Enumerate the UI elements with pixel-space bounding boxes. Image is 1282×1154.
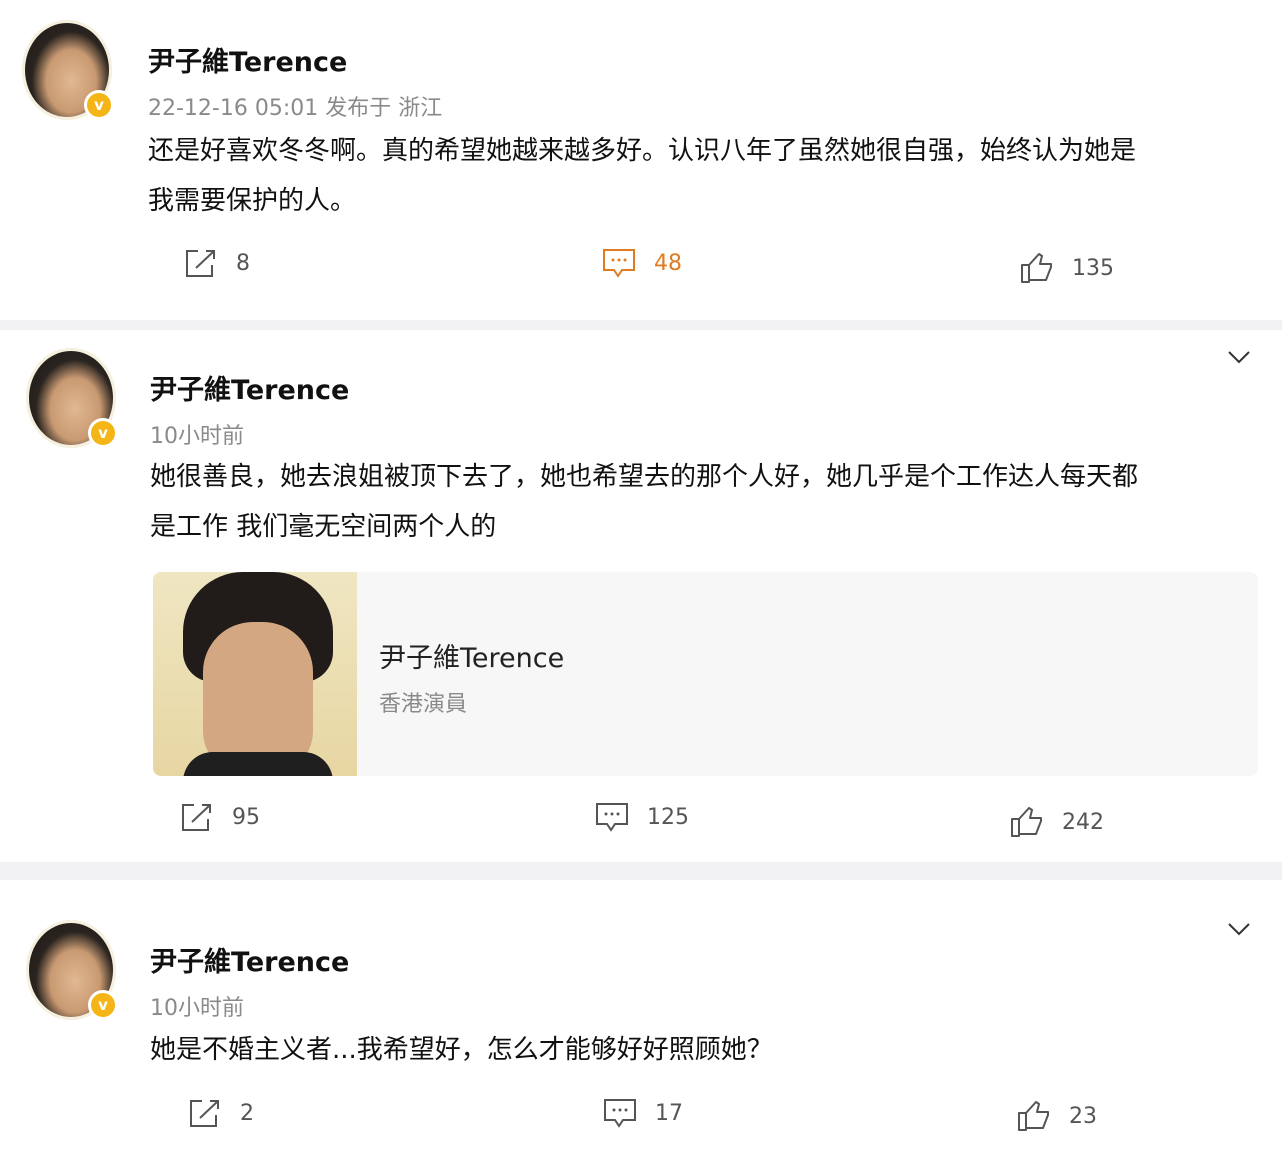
post-text: 她是不婚主义者...我希望好，怎么才能够好好照顾她？ bbox=[150, 1025, 773, 1075]
repost-count: 2 bbox=[240, 1100, 254, 1126]
weibo-post: v 尹子維Terence 10小时前 她是不婚主义者...我希望好，怎么才能够好… bbox=[0, 880, 1282, 1154]
comment-count: 17 bbox=[655, 1100, 683, 1126]
verified-badge-icon: v bbox=[84, 90, 114, 120]
repost-count: 95 bbox=[232, 804, 260, 830]
post-text-line: 还是好喜欢冬冬啊。真的希望她越来越多好。认识八年了虽然她很自强，始终认为她是 bbox=[148, 136, 1137, 166]
post-separator bbox=[0, 862, 1282, 880]
comment-count: 125 bbox=[647, 804, 689, 830]
like-icon bbox=[1021, 253, 1052, 283]
comment-button[interactable]: 48 bbox=[602, 248, 682, 278]
repost-button[interactable]: 2 bbox=[188, 1098, 254, 1128]
chevron-down-icon[interactable] bbox=[1224, 342, 1254, 372]
repost-icon bbox=[190, 1100, 219, 1127]
profile-card[interactable]: 尹子維Terence 香港演員 bbox=[153, 572, 1258, 776]
comment-icon bbox=[604, 1099, 636, 1128]
like-count: 242 bbox=[1062, 809, 1104, 835]
profile-card-name: 尹子維Terence bbox=[379, 643, 565, 674]
comment-icon bbox=[603, 249, 635, 278]
avatar[interactable]: v bbox=[22, 20, 114, 120]
avatar[interactable]: v bbox=[26, 348, 118, 448]
repost-icon bbox=[182, 804, 211, 831]
post-meta: 10小时前 bbox=[150, 996, 244, 1021]
avatar[interactable]: v bbox=[26, 920, 118, 1020]
profile-card-photo bbox=[153, 572, 357, 776]
repost-count: 8 bbox=[236, 250, 250, 276]
like-icon bbox=[1018, 1101, 1049, 1131]
like-button[interactable]: 242 bbox=[1010, 806, 1104, 838]
verified-badge-icon: v bbox=[88, 418, 118, 448]
comment-count: 48 bbox=[654, 250, 682, 276]
weibo-post: v 尹子維Terence 10小时前 她很善良，她去浪姐被顶下去了，她也希望去的… bbox=[0, 330, 1282, 862]
weibo-post: v 尹子維Terence 22-12-16 05:01 发布于 浙江 还是好喜欢… bbox=[0, 0, 1282, 320]
post-text: 还是好喜欢冬冬啊。真的希望她越来越多好。认识八年了虽然她很自强，始终认为她是 我… bbox=[148, 126, 1136, 226]
post-text-line: 是工作 我们毫无空间两个人的 bbox=[150, 512, 497, 542]
author-name[interactable]: 尹子維Terence bbox=[148, 40, 347, 79]
post-text: 她很善良，她去浪姐被顶下去了，她也希望去的那个人好，她几乎是个工作达人每天都 是… bbox=[150, 452, 1138, 552]
comment-button[interactable]: 17 bbox=[603, 1098, 683, 1128]
like-button[interactable]: 23 bbox=[1017, 1100, 1097, 1132]
author-name[interactable]: 尹子維Terence bbox=[150, 940, 349, 979]
comment-button[interactable]: 125 bbox=[595, 802, 689, 832]
post-text-line: 她很善良，她去浪姐被顶下去了，她也希望去的那个人好，她几乎是个工作达人每天都 bbox=[150, 462, 1139, 492]
post-text-line: 我需要保护的人。 bbox=[148, 186, 357, 216]
like-count: 135 bbox=[1072, 255, 1114, 281]
like-icon bbox=[1011, 807, 1042, 837]
like-button[interactable]: 135 bbox=[1020, 252, 1114, 284]
post-meta: 22-12-16 05:01 发布于 浙江 bbox=[148, 96, 443, 121]
verified-badge-icon: v bbox=[88, 990, 118, 1020]
comment-icon bbox=[596, 803, 628, 832]
author-name[interactable]: 尹子維Terence bbox=[150, 368, 349, 407]
repost-button[interactable]: 8 bbox=[184, 248, 250, 278]
profile-card-description: 香港演員 bbox=[379, 692, 468, 717]
like-count: 23 bbox=[1069, 1103, 1097, 1129]
post-text-line: 她是不婚主义者...我希望好，怎么才能够好好照顾她？ bbox=[150, 1035, 773, 1065]
post-meta: 10小时前 bbox=[150, 424, 244, 449]
repost-icon bbox=[186, 250, 215, 277]
repost-button[interactable]: 95 bbox=[180, 802, 260, 832]
chevron-down-icon[interactable] bbox=[1224, 914, 1254, 944]
post-separator bbox=[0, 320, 1282, 330]
